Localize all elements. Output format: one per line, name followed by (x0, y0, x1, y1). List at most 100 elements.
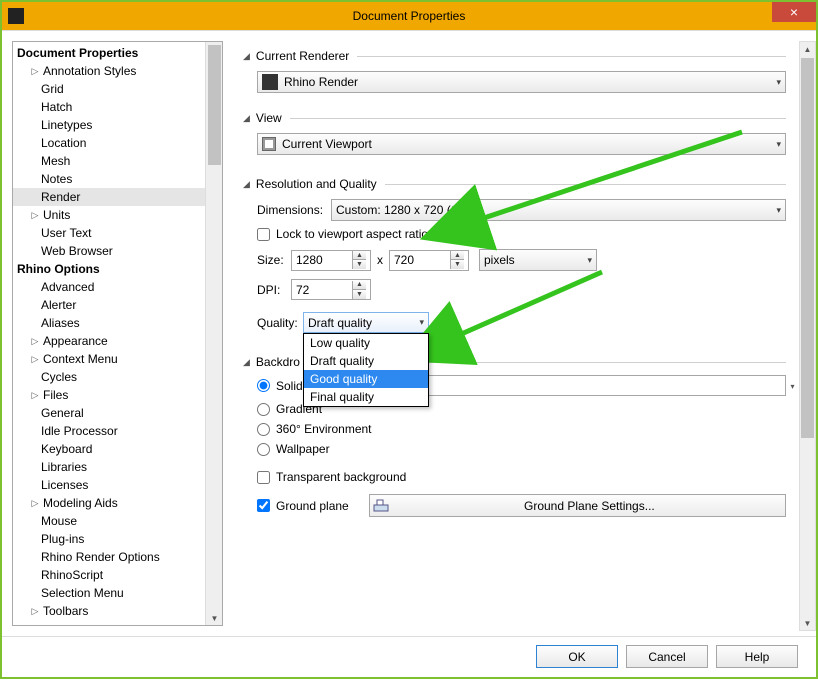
height-input[interactable] (394, 251, 438, 270)
tree-item[interactable]: Grid (13, 80, 205, 98)
tree-item[interactable]: Keyboard (13, 440, 205, 458)
lock-aspect-checkbox[interactable] (257, 228, 270, 241)
tree-item[interactable]: ▷Modeling Aids (13, 494, 205, 512)
tree-item-label: Cycles (41, 370, 77, 384)
quality-dropdown[interactable]: Low qualityDraft qualityGood qualityFina… (303, 333, 429, 407)
view-select[interactable]: Current Viewport ▾ (257, 133, 786, 155)
tree-item[interactable]: ▷Toolbars (13, 602, 205, 620)
quality-label: Quality: (257, 316, 303, 330)
scroll-thumb[interactable] (801, 58, 814, 438)
scroll-down-icon[interactable]: ▼ (801, 616, 814, 630)
close-button[interactable]: × (772, 2, 816, 22)
tree-item[interactable]: Licenses (13, 476, 205, 494)
spin-up-icon[interactable]: ▲ (450, 251, 464, 260)
tree-item[interactable]: General (13, 404, 205, 422)
tree-item[interactable]: Libraries (13, 458, 205, 476)
tree-item[interactable]: ▷Files (13, 386, 205, 404)
dpi-spinner[interactable]: ▲▼ (291, 279, 371, 300)
swatch-dropdown-icon[interactable]: ▾ (785, 376, 800, 397)
tree-item-label: Hatch (41, 100, 72, 114)
chevron-down-icon: ▾ (776, 139, 781, 150)
tree-item[interactable]: Cycles (13, 368, 205, 386)
renderer-select[interactable]: Rhino Render ▾ (257, 71, 786, 93)
spin-down-icon[interactable]: ▼ (352, 290, 366, 299)
width-input[interactable] (296, 251, 340, 270)
tree-item[interactable]: Mouse (13, 512, 205, 530)
quality-option[interactable]: Low quality (304, 334, 428, 352)
tree-item-label: Toolbars (43, 604, 88, 618)
spin-up-icon[interactable]: ▲ (352, 251, 366, 260)
tree-item-label: Annotation Styles (43, 64, 136, 78)
quality-option[interactable]: Final quality (304, 388, 428, 406)
scroll-up-icon[interactable]: ▲ (801, 42, 814, 56)
quality-select[interactable]: Draft quality ▾ Low qualityDraft quality… (303, 312, 429, 333)
help-button[interactable]: Help (716, 645, 798, 668)
tree-item[interactable]: Selection Menu (13, 584, 205, 602)
scroll-thumb[interactable] (208, 45, 221, 165)
tree-item[interactable]: Mesh (13, 152, 205, 170)
section-title: Current Renderer (256, 49, 349, 63)
tree-item[interactable]: ▷Units (13, 206, 205, 224)
renderer-icon (262, 74, 278, 90)
tree-item[interactable]: Web Browser (13, 242, 205, 260)
scroll-down-icon[interactable]: ▼ (208, 611, 221, 625)
tree-item[interactable]: Alerter (13, 296, 205, 314)
tree-heading: Document Properties (13, 44, 205, 62)
tree-item[interactable]: Advanced (13, 278, 205, 296)
chevron-down-icon: ▾ (419, 317, 424, 328)
quality-option[interactable]: Good quality (304, 370, 428, 388)
spin-down-icon[interactable]: ▼ (450, 260, 464, 269)
content-scrollbar[interactable]: ▲ ▼ (799, 41, 816, 631)
chevron-down-icon: ▾ (776, 77, 781, 88)
cancel-button[interactable]: Cancel (626, 645, 708, 668)
tree-item[interactable]: Idle Processor (13, 422, 205, 440)
ground-plane-settings-button[interactable]: Ground Plane Settings... (369, 494, 786, 517)
tree-item[interactable]: Render (13, 188, 205, 206)
tree-item[interactable]: ▷Appearance (13, 332, 205, 350)
tree-item-label: Libraries (41, 460, 87, 474)
tree-item-label: Render (41, 190, 80, 204)
section-view[interactable]: ◢ View (243, 111, 786, 125)
tree-item-label: Units (43, 208, 70, 222)
height-spinner[interactable]: ▲▼ (389, 250, 469, 271)
caret-icon: ◢ (243, 179, 250, 190)
tree-item[interactable]: ▷Context Menu (13, 350, 205, 368)
tree-item-label: General (41, 406, 84, 420)
tree-item[interactable]: Location (13, 134, 205, 152)
tree-item-label: RhinoScript (41, 568, 103, 582)
tree-scrollbar[interactable]: ▲ ▼ (205, 42, 222, 625)
expand-icon: ▷ (29, 336, 41, 347)
tree-item[interactable]: Hatch (13, 98, 205, 116)
ok-button[interactable]: OK (536, 645, 618, 668)
chevron-down-icon: ▾ (776, 205, 781, 216)
tree-item[interactable]: Plug-ins (13, 530, 205, 548)
tree-item[interactable]: Linetypes (13, 116, 205, 134)
wallpaper-label: Wallpaper (276, 442, 330, 456)
section-current-renderer[interactable]: ◢ Current Renderer (243, 49, 786, 63)
spin-down-icon[interactable]: ▼ (352, 260, 366, 269)
tree-item[interactable]: Rhino Render Options (13, 548, 205, 566)
wallpaper-radio[interactable] (257, 443, 270, 456)
gradient-radio[interactable] (257, 403, 270, 416)
tree-item-label: Files (43, 388, 68, 402)
tree-item[interactable]: Aliases (13, 314, 205, 332)
tree-item[interactable]: User Text (13, 224, 205, 242)
expand-icon: ▷ (29, 498, 41, 509)
tree-item-label: Appearance (43, 334, 108, 348)
transparent-bg-checkbox[interactable] (257, 471, 270, 484)
spin-up-icon[interactable]: ▲ (352, 281, 366, 290)
tree-item[interactable]: RhinoScript (13, 566, 205, 584)
units-select[interactable]: pixels ▾ (479, 249, 597, 271)
section-resolution-quality[interactable]: ◢ Resolution and Quality (243, 177, 786, 191)
width-spinner[interactable]: ▲▼ (291, 250, 371, 271)
dimensions-select[interactable]: Custom: 1280 x 720 (16:9) ▾ (331, 199, 786, 221)
dpi-input[interactable] (296, 280, 340, 299)
settings-tree[interactable]: Document Properties▷Annotation StylesGri… (13, 42, 205, 625)
tree-item[interactable]: Notes (13, 170, 205, 188)
tree-item[interactable]: ▷Annotation Styles (13, 62, 205, 80)
environment-radio[interactable] (257, 423, 270, 436)
quality-option[interactable]: Draft quality (304, 352, 428, 370)
solid-color-radio[interactable] (257, 379, 270, 392)
size-label: Size: (257, 253, 285, 267)
ground-plane-checkbox[interactable] (257, 499, 270, 512)
